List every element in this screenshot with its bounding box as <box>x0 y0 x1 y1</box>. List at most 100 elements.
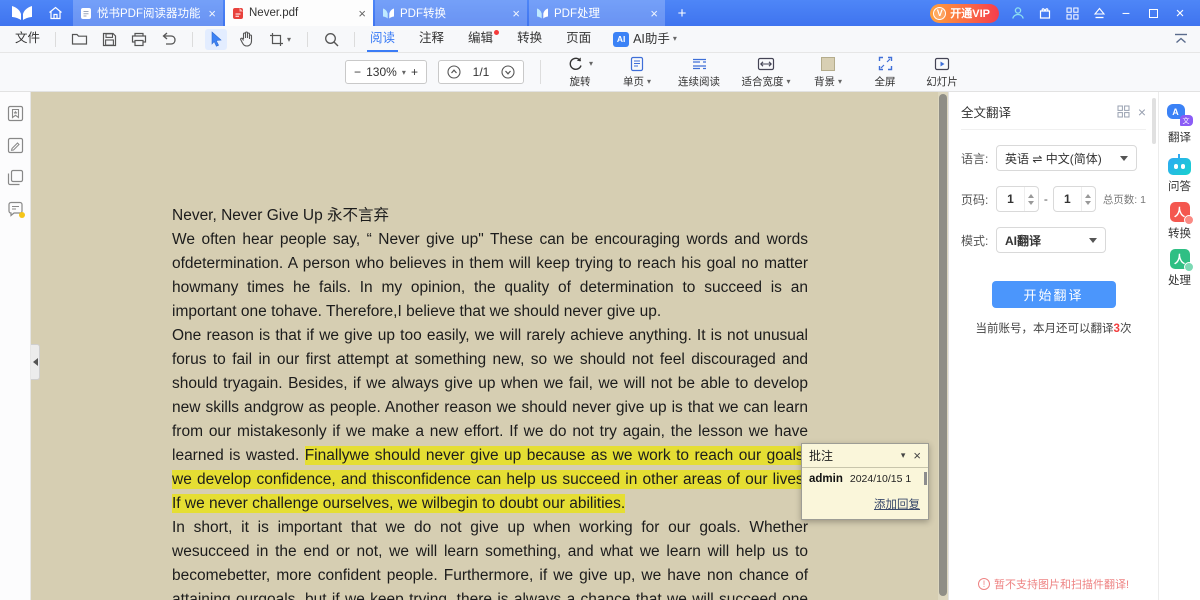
continuous-read-icon <box>691 55 708 72</box>
select-tool-button[interactable] <box>205 29 227 50</box>
tab-pdf-convert[interactable]: PDF转换 × <box>375 0 527 26</box>
close-panel-icon[interactable]: × <box>1138 105 1146 119</box>
close-icon[interactable]: × <box>208 7 216 20</box>
chevron-down-icon[interactable]: ▾ <box>901 450 906 461</box>
chevron-down-icon[interactable]: ▾ <box>402 68 406 77</box>
annotations-panel-button[interactable] <box>6 136 24 154</box>
slideshow-icon <box>934 55 950 72</box>
bookmarks-panel-button[interactable] <box>6 104 24 122</box>
document-scrollbar[interactable] <box>938 92 948 600</box>
crop-tool-button[interactable]: ▾ <box>265 29 295 50</box>
stepper-arrows[interactable] <box>1024 187 1038 211</box>
robot-icon <box>1168 158 1191 175</box>
titlebar: 悦书PDF阅读器功能指... × Never.pdf × PDF转换 × PDF… <box>0 0 1200 26</box>
close-icon[interactable]: × <box>650 7 658 20</box>
start-translate-button[interactable]: 开始翻译 <box>992 281 1116 308</box>
tab-page[interactable]: 页面 <box>563 26 594 52</box>
home-button[interactable] <box>43 3 67 23</box>
minimize-button[interactable]: − <box>1118 5 1134 21</box>
sidebar-item-process[interactable]: 人 处理 <box>1168 249 1191 288</box>
step-up-icon <box>1028 194 1034 198</box>
document-viewport[interactable]: Never, Never Give Up 永不言弃 We often hear … <box>31 92 948 600</box>
close-window-button[interactable]: × <box>1172 5 1188 21</box>
zoom-in-button[interactable]: + <box>411 65 418 79</box>
close-icon[interactable]: × <box>913 449 921 462</box>
background-tool[interactable]: 背景 ▾ <box>805 55 851 89</box>
account-icon[interactable] <box>1010 5 1026 21</box>
rotate-tool[interactable]: ▾ 旋转 <box>557 55 603 89</box>
apps-grid-icon[interactable] <box>1064 5 1080 21</box>
open-folder-button[interactable] <box>68 29 90 50</box>
page-to-value[interactable]: 1 <box>1054 192 1081 206</box>
search-button[interactable] <box>320 29 342 50</box>
fullscreen-icon <box>878 55 893 72</box>
sidebar-item-qa[interactable]: 问答 <box>1168 153 1191 194</box>
next-page-button[interactable] <box>501 65 515 79</box>
tab-pdf-process[interactable]: PDF处理 × <box>529 0 665 26</box>
zoom-level[interactable]: 130% <box>366 65 397 79</box>
divider <box>307 32 308 47</box>
panel-scrollbar[interactable] <box>1152 98 1156 144</box>
fit-width-tool[interactable]: 适合宽度 ▾ <box>738 55 794 89</box>
zoom-out-button[interactable]: − <box>354 65 361 79</box>
scrollbar-thumb[interactable] <box>939 94 947 596</box>
prev-page-button[interactable] <box>447 65 461 79</box>
comments-panel-button[interactable] <box>6 200 24 218</box>
page-from-value[interactable]: 1 <box>997 192 1024 206</box>
vip-label: 开通VIP <box>950 5 990 21</box>
gift-icon[interactable] <box>1037 5 1053 21</box>
print-button[interactable] <box>128 29 150 50</box>
detach-panel-icon[interactable] <box>1117 105 1130 118</box>
warning-message: ! 暂不支持图片和扫描件翻译! <box>949 576 1158 592</box>
popup-scrollbar[interactable] <box>924 472 927 485</box>
undo-button[interactable] <box>158 29 180 50</box>
fullscreen-tool[interactable]: 全屏 <box>862 55 908 89</box>
mode-select[interactable]: AI翻译 <box>996 227 1106 253</box>
tab-label: PDF处理 <box>554 5 642 21</box>
annotation-popup: 批注 ▾ × admin 2024/10/15 1 添加回复 <box>801 443 929 520</box>
add-reply-link[interactable]: 添加回复 <box>874 499 920 511</box>
save-button[interactable] <box>98 29 120 50</box>
notification-dot <box>19 212 25 218</box>
page-from-stepper[interactable]: 1 <box>996 186 1039 212</box>
main-area: Never, Never Give Up 永不言弃 We often hear … <box>0 92 1200 600</box>
tab-reader-guide[interactable]: 悦书PDF阅读器功能指... × <box>73 0 223 26</box>
stepper-arrows[interactable] <box>1081 187 1095 211</box>
ai-assistant-menu[interactable]: AI AI助手 ▾ <box>610 26 680 52</box>
tab-label: PDF转换 <box>400 5 504 21</box>
thumbnails-panel-button[interactable] <box>6 168 24 186</box>
close-icon[interactable]: × <box>358 7 366 20</box>
sidebar-item-convert[interactable]: 人 转换 <box>1168 202 1191 241</box>
sidebar-item-translate[interactable]: A文 翻译 <box>1167 104 1193 145</box>
hand-tool-button[interactable] <box>235 29 257 50</box>
collapse-sidebar-handle[interactable] <box>31 344 40 380</box>
panel-title: 全文翻译 <box>961 102 1117 121</box>
page-indicator[interactable]: 1/1 <box>473 65 490 79</box>
new-tab-button[interactable]: + <box>667 5 697 22</box>
chevron-down-icon: ▾ <box>673 27 677 51</box>
language-select[interactable]: 英语 ⇌ 中文(简体) <box>996 145 1137 171</box>
paragraph: In short, it is important that we do not… <box>172 516 808 600</box>
file-menu[interactable]: 文件 <box>12 26 43 52</box>
vip-button[interactable]: V 开通VIP <box>930 4 999 23</box>
pdf-convert-icon: 人 <box>1170 202 1190 222</box>
page-to-stepper[interactable]: 1 <box>1053 186 1096 212</box>
maximize-button[interactable] <box>1145 5 1161 21</box>
tab-read[interactable]: 阅读 <box>367 26 398 52</box>
range-dash: - <box>1044 192 1048 206</box>
continuous-read-tool[interactable]: 连续阅读 <box>671 55 727 89</box>
close-icon[interactable]: × <box>512 7 520 20</box>
slideshow-tool[interactable]: 幻灯片 <box>919 55 965 89</box>
tab-never-pdf[interactable]: Never.pdf × <box>225 0 373 26</box>
background-label: 背景 ▾ <box>814 74 842 89</box>
tab-annotate[interactable]: 注释 <box>416 26 447 52</box>
tab-convert[interactable]: 转换 <box>514 26 545 52</box>
chevron-down-icon <box>1089 238 1097 243</box>
tab-edit[interactable]: 编辑 <box>465 26 496 52</box>
collapse-toolbar-button[interactable] <box>1174 33 1188 45</box>
single-page-tool[interactable]: 单页 ▾ <box>614 55 660 89</box>
background-swatch-icon <box>821 55 835 72</box>
boss-key-icon[interactable] <box>1091 5 1107 21</box>
slideshow-label: 幻灯片 <box>926 74 958 89</box>
ai-assistant-label: AI助手 <box>633 27 670 51</box>
